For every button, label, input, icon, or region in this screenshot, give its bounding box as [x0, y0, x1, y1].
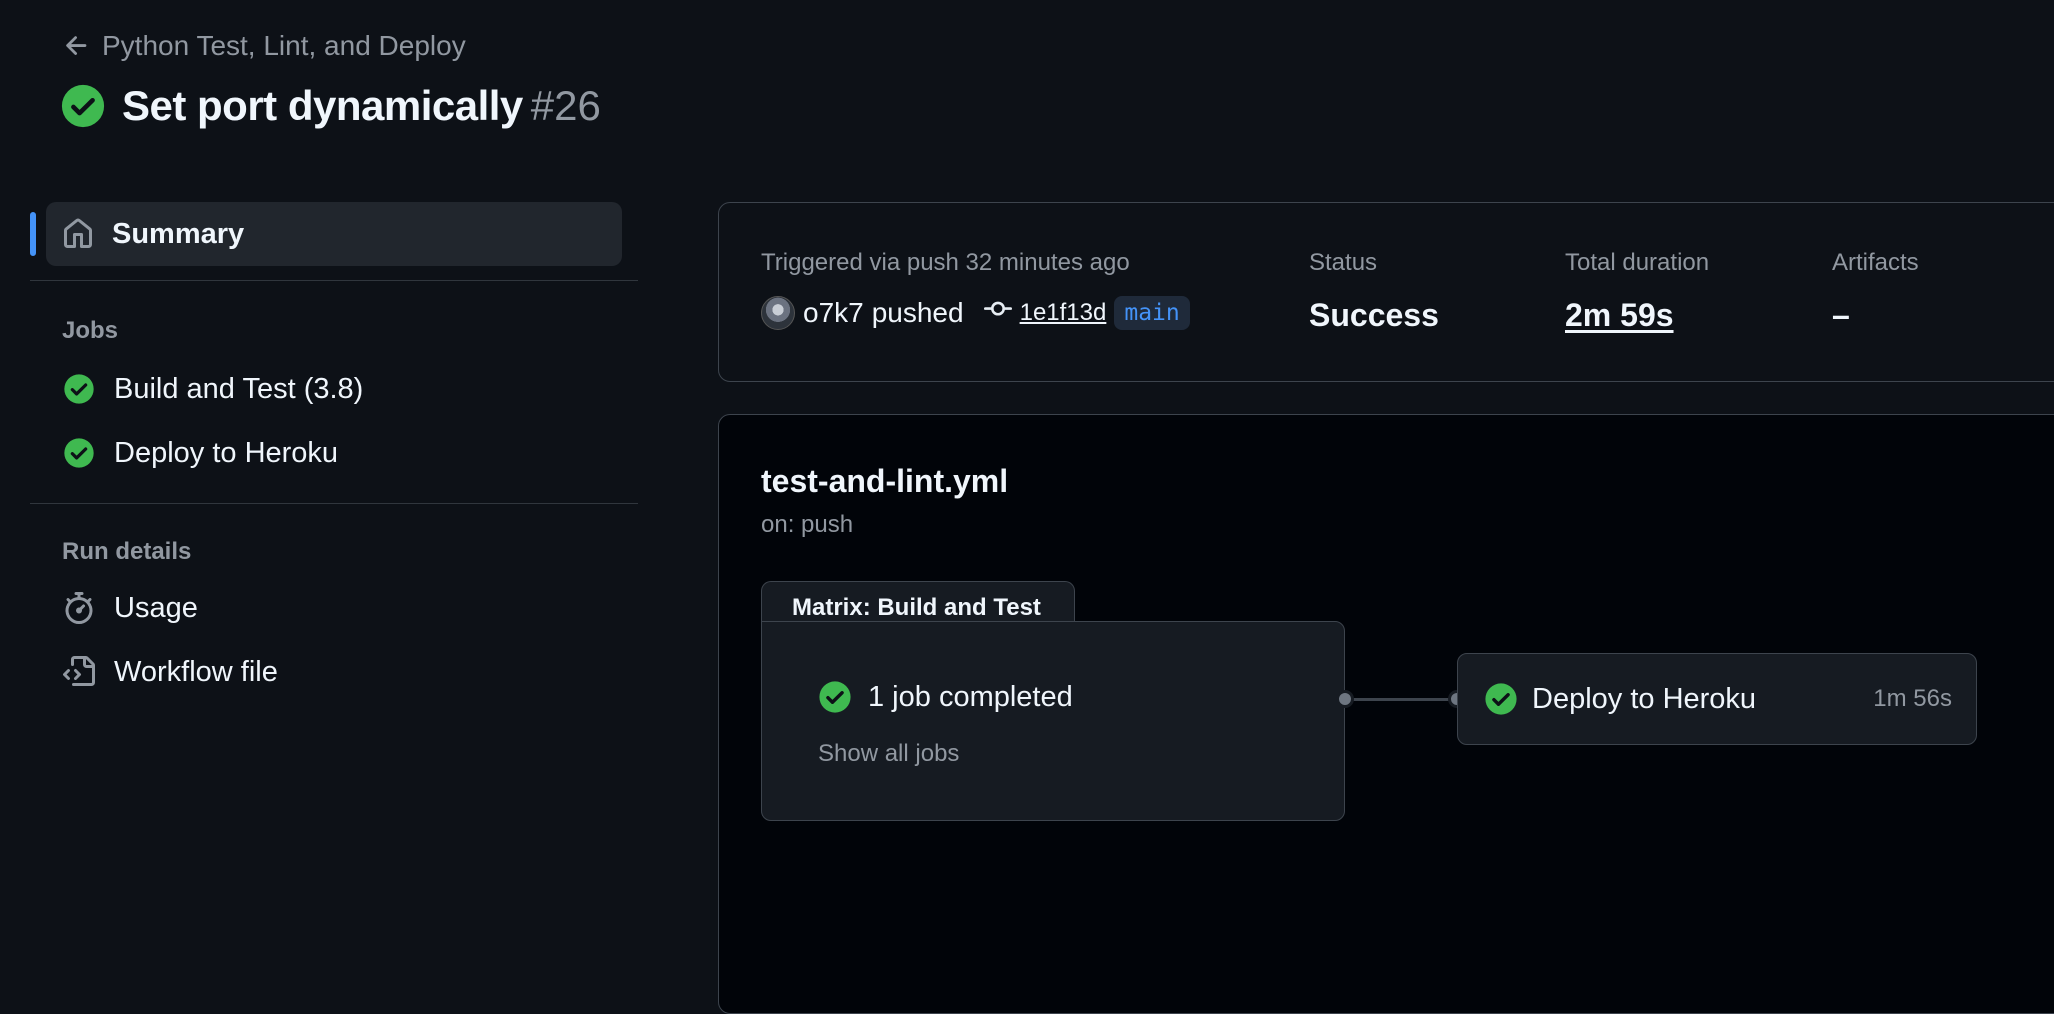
sidebar-item-usage[interactable]: Usage: [30, 576, 638, 640]
sidebar-item-workflow-file[interactable]: Workflow file: [30, 640, 638, 704]
job-label: Deploy to Heroku: [114, 436, 339, 469]
duration-link[interactable]: 2m 59s: [1565, 297, 1709, 334]
avatar[interactable]: [761, 295, 795, 330]
matrix-status: 1 job completed: [818, 680, 1073, 714]
check-circle-icon: [819, 681, 851, 713]
sidebar: Summary Jobs Build and Test (3.8) Deploy…: [30, 202, 638, 704]
show-all-jobs-link[interactable]: Show all jobs: [818, 740, 959, 768]
run-title: Set port dynamically: [122, 82, 523, 129]
check-circle-icon: [1485, 683, 1517, 715]
actor-link[interactable]: o7k7: [803, 297, 864, 329]
workflow-file-label: Workflow file: [114, 655, 278, 688]
usage-label: Usage: [114, 591, 198, 624]
status-column: Status Success: [1309, 249, 1439, 334]
check-circle-icon: [64, 374, 94, 404]
job-connector-line: [1345, 698, 1457, 701]
status-label: Status: [1309, 249, 1378, 276]
matrix-status-text: 1 job completed: [868, 680, 1073, 713]
back-link-label: Python Test, Lint, and Deploy: [102, 30, 466, 61]
run-number: #26: [530, 82, 601, 129]
deploy-job-node[interactable]: Deploy to Heroku 1m 56s: [1457, 653, 1977, 745]
arrow-left-icon: [66, 36, 87, 55]
action-text: pushed: [871, 296, 964, 328]
workflow-trigger: on: push: [761, 511, 854, 538]
sidebar-item-job[interactable]: Build and Test (3.8): [30, 357, 638, 421]
trigger-column: Triggered via push 32 minutes ago o7k7 p…: [761, 249, 1190, 330]
artifacts-label: Artifacts: [1832, 249, 1919, 276]
stopwatch-icon: [65, 592, 93, 624]
sidebar-item-summary[interactable]: Summary: [30, 202, 622, 266]
page-title: Set port dynamically #26: [60, 82, 601, 130]
divider: [30, 280, 638, 281]
git-commit-icon: [983, 301, 1012, 316]
jobs-section-label: Jobs: [62, 317, 119, 344]
branch-label[interactable]: main: [1114, 295, 1190, 330]
sidebar-item-label: Summary: [112, 217, 245, 250]
deploy-job-duration: 1m 56s: [1873, 685, 1952, 712]
matrix-job-group[interactable]: 1 job completed Show all jobs: [761, 621, 1345, 821]
duration-label: Total duration: [1565, 249, 1710, 276]
check-circle-icon: [61, 84, 105, 128]
status-value: Success: [1309, 297, 1439, 333]
duration-column: Total duration 2m 59s: [1565, 249, 1709, 334]
connector-dot: [1336, 690, 1354, 708]
workflow-file-name: test-and-lint.yml: [761, 463, 1009, 499]
divider: [30, 503, 638, 504]
run-summary-card: Triggered via push 32 minutes ago o7k7 p…: [718, 202, 2054, 382]
artifacts-column: Artifacts –: [1832, 249, 1919, 334]
workflow-graph-card: test-and-lint.yml on: push Matrix: Build…: [718, 414, 2054, 1014]
sidebar-item-job[interactable]: Deploy to Heroku: [30, 421, 638, 485]
deploy-job-name: Deploy to Heroku: [1532, 682, 1757, 715]
run-details-section-label: Run details: [62, 538, 192, 565]
back-link[interactable]: Python Test, Lint, and Deploy: [62, 30, 466, 62]
check-circle-icon: [64, 438, 94, 468]
artifacts-value: –: [1832, 297, 1850, 333]
job-label: Build and Test (3.8): [114, 372, 364, 405]
active-indicator: [30, 212, 36, 256]
commit-sha-link[interactable]: 1e1f13d: [1020, 299, 1107, 327]
trigger-text: Triggered via push 32 minutes ago: [761, 249, 1130, 276]
home-icon: [64, 218, 92, 248]
file-code-icon: [63, 656, 95, 686]
